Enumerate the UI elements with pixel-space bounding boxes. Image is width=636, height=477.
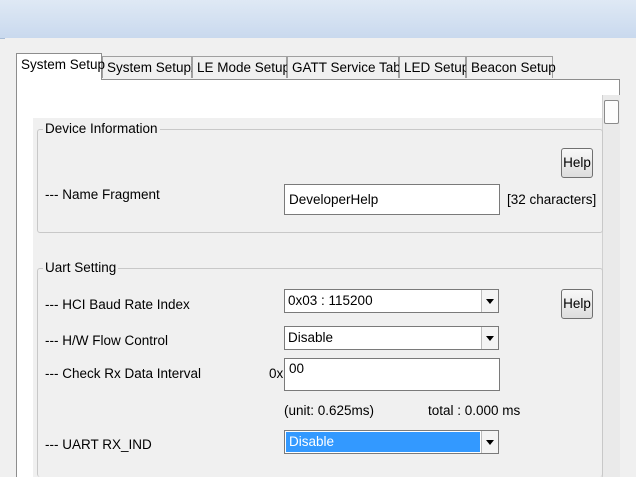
device-info-help-button[interactable]: Help [561, 148, 593, 178]
check-rx-interval-input[interactable]: 00 [284, 358, 500, 391]
uart-setting-title: Uart Setting [43, 260, 119, 275]
device-information-title: Device Information [43, 121, 160, 136]
check-rx-interval-prefix: 0x [269, 366, 284, 381]
tab-system-setup2[interactable]: System Setup2 [102, 56, 199, 78]
check-rx-interval-label: --- Check Rx Data Interval [45, 366, 202, 381]
hw-flow-control-select[interactable]: Disable [284, 326, 499, 350]
tab-led-setup[interactable]: LED Setup [399, 56, 469, 78]
name-fragment-label: --- Name Fragment [45, 187, 160, 202]
name-fragment-hint: [32 characters] [507, 192, 597, 207]
hci-baud-rate-select[interactable]: 0x03 : 115200 [284, 289, 499, 313]
name-fragment-input[interactable]: DeveloperHelp [284, 184, 500, 215]
tab-system-setup[interactable]: System Setup [16, 53, 105, 80]
chevron-down-icon[interactable] [481, 327, 498, 349]
uart-rx-ind-label: --- UART RX_IND [45, 437, 152, 452]
hci-baud-rate-label: --- HCI Baud Rate Index [45, 297, 190, 312]
chevron-down-icon[interactable] [481, 290, 498, 312]
tab-beacon-setup[interactable]: Beacon Setup [466, 56, 556, 78]
hci-baud-rate-value: 0x03 : 115200 [288, 293, 373, 308]
scrollbar-thumb[interactable] [604, 100, 619, 124]
tab-le-mode-setup[interactable]: LE Mode Setup [192, 56, 290, 78]
device-information-group: Device Information [37, 121, 603, 233]
total-text: total : 0.000 ms [428, 403, 521, 418]
unit-text: (unit: 0.625ms) [284, 403, 375, 418]
tab-gatt-service-table[interactable]: GATT Service Table [287, 56, 411, 78]
window-title-bar [0, 0, 636, 39]
uart-rx-ind-value: Disable [286, 432, 480, 452]
hw-flow-control-value: Disable [288, 330, 334, 345]
hw-flow-control-label: --- H/W Flow Control [45, 333, 169, 348]
uart-help-button[interactable]: Help [561, 289, 593, 319]
vertical-scrollbar[interactable]: ▲ [602, 95, 620, 477]
chevron-down-icon[interactable] [481, 431, 498, 453]
uart-rx-ind-select[interactable]: Disable [284, 430, 499, 454]
